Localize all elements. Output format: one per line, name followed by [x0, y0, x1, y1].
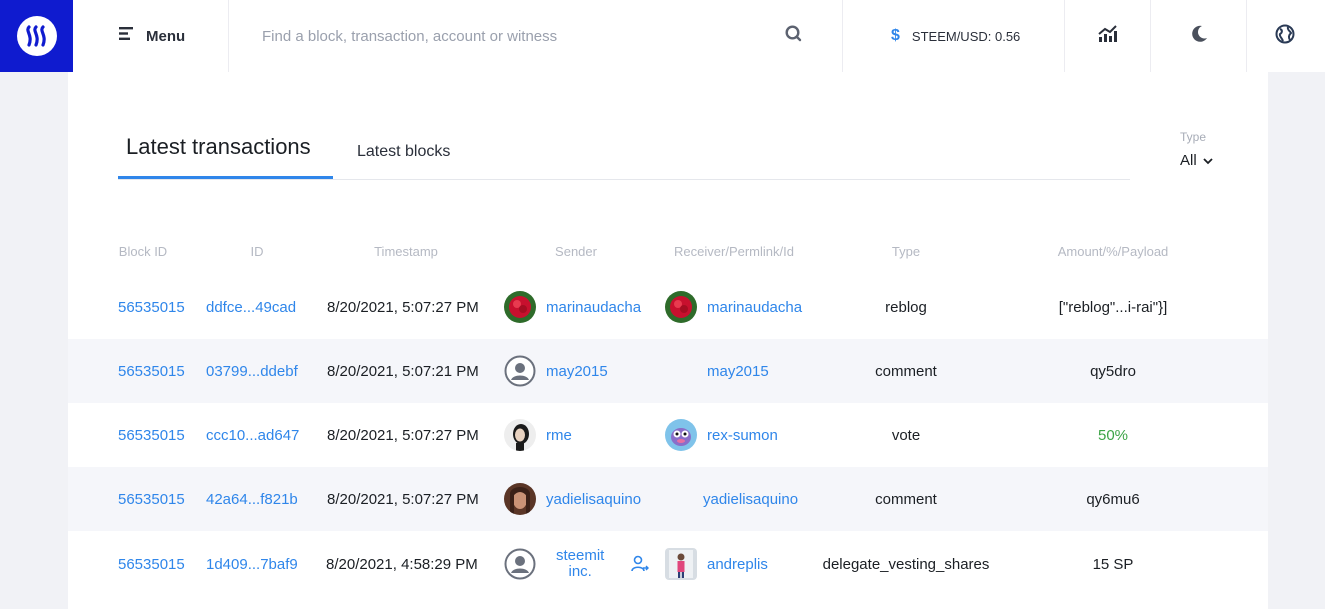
- sender-avatar[interactable]: [504, 483, 536, 515]
- timestamp: 8/20/2021, 5:07:27 PM: [327, 298, 479, 316]
- theme-toggle-button[interactable]: [1151, 0, 1247, 72]
- sender-link[interactable]: marinaudacha: [546, 275, 641, 339]
- tx-id-link[interactable]: 1d409...7baf9: [206, 532, 298, 596]
- tab-latest-blocks[interactable]: Latest blocks: [357, 143, 450, 161]
- sender-cell: [504, 532, 536, 596]
- receiver-cell: [665, 532, 697, 596]
- table-header: Block ID ID Timestamp Sender Receiver/Pe…: [68, 242, 1268, 262]
- block-id-link[interactable]: 56535015: [118, 467, 185, 531]
- language-button[interactable]: [1247, 0, 1323, 72]
- receiver-link[interactable]: rex-sumon: [707, 403, 778, 467]
- type-cell: comment: [875, 362, 937, 380]
- type-cell: comment: [875, 490, 937, 508]
- menu-label: Menu: [146, 27, 186, 45]
- tx-id-link[interactable]: ddfce...49cad: [206, 275, 296, 339]
- sender-cell: [504, 467, 536, 531]
- sender-link[interactable]: yadielisaquino: [546, 467, 641, 531]
- price-text: STEEM/USD: 0.56: [911, 28, 1021, 44]
- col-sender: Sender: [555, 244, 597, 259]
- sender-avatar[interactable]: [504, 291, 536, 323]
- timestamp: 8/20/2021, 5:07:27 PM: [327, 426, 479, 444]
- chart-trend-icon: [1097, 24, 1118, 48]
- sender-name-line1: steemit: [556, 547, 605, 564]
- search-bar: [229, 0, 843, 72]
- sender-link-wrap: steemit inc.: [556, 532, 604, 596]
- sender-cell: [504, 339, 536, 403]
- receiver-avatar[interactable]: [665, 548, 697, 580]
- col-type: Type: [891, 244, 921, 259]
- col-block-id: Block ID: [118, 244, 168, 259]
- tx-id-link[interactable]: ccc10...ad647: [206, 403, 299, 467]
- receiver-avatar[interactable]: [665, 419, 697, 451]
- timestamp: 8/20/2021, 5:07:27 PM: [327, 490, 479, 508]
- default-user-icon[interactable]: [504, 548, 536, 580]
- moon-icon: [1190, 25, 1208, 48]
- col-timestamp: Timestamp: [374, 244, 438, 259]
- delegate-icon: [631, 532, 649, 596]
- receiver-cell: [665, 275, 697, 339]
- sender-link[interactable]: may2015: [546, 339, 608, 403]
- receiver-link[interactable]: yadielisaquino: [703, 467, 798, 531]
- col-id: ID: [250, 244, 264, 259]
- amount-cell: qy6mu6: [1086, 490, 1140, 508]
- sender-avatar[interactable]: [504, 419, 536, 451]
- amount-cell: ["reblog"...i-rai"}]: [1058, 298, 1168, 316]
- col-receiver: Receiver/Permlink/Id: [674, 244, 794, 259]
- dollar-icon: $: [891, 27, 900, 44]
- table-row: 56535015 ddfce...49cad 8/20/2021, 5:07:2…: [68, 275, 1268, 339]
- type-cell: vote: [891, 426, 921, 444]
- transactions-card: Latest transactions Latest blocks Type A…: [68, 72, 1268, 609]
- timestamp: 8/20/2021, 4:58:29 PM: [326, 555, 478, 573]
- sender-name-line2: inc.: [568, 563, 592, 580]
- tx-id-link[interactable]: 42a64...f821b: [206, 467, 298, 531]
- table-row: 56535015 42a64...f821b 8/20/2021, 5:07:2…: [68, 467, 1268, 531]
- sender-link[interactable]: steemit inc.: [556, 548, 604, 580]
- block-id-link[interactable]: 56535015: [118, 403, 185, 467]
- timestamp: 8/20/2021, 5:07:21 PM: [327, 362, 479, 380]
- price-display: $ STEEM/USD: 0.56: [843, 0, 1065, 72]
- amount-cell: 50%: [1097, 426, 1129, 444]
- amount-cell: qy5dro: [1090, 362, 1136, 380]
- steem-logo[interactable]: [0, 0, 73, 72]
- type-filter-select[interactable]: All: [1180, 152, 1213, 169]
- receiver-link[interactable]: andreplis: [707, 532, 768, 596]
- steem-logo-icon: [16, 16, 57, 56]
- menu-icon: [119, 27, 133, 45]
- block-id-link[interactable]: 56535015: [118, 532, 185, 596]
- globe-icon: [1275, 24, 1295, 49]
- tx-id-link[interactable]: 03799...ddebf: [206, 339, 298, 403]
- table-row: 56535015 1d409...7baf9 8/20/2021, 4:58:2…: [68, 532, 1268, 596]
- table-row: 56535015 03799...ddebf 8/20/2021, 5:07:2…: [68, 339, 1268, 403]
- type-cell: reblog: [885, 298, 927, 316]
- sender-cell: [504, 403, 536, 467]
- sender-link[interactable]: rme: [546, 403, 572, 467]
- col-amount: Amount/%/Payload: [1057, 244, 1169, 259]
- type-filter-value: All: [1180, 152, 1197, 169]
- menu-button[interactable]: Menu: [73, 0, 229, 72]
- sender-cell: [504, 275, 536, 339]
- chevron-down-icon: [1203, 152, 1213, 169]
- receiver-avatar[interactable]: [665, 291, 697, 323]
- type-cell: delegate_vesting_shares: [822, 555, 990, 573]
- table-row: 56535015 ccc10...ad647 8/20/2021, 5:07:2…: [68, 403, 1268, 467]
- chart-button[interactable]: [1065, 0, 1151, 72]
- block-id-link[interactable]: 56535015: [118, 339, 185, 403]
- type-filter-caption: Type: [1180, 130, 1207, 144]
- receiver-link[interactable]: may2015: [707, 339, 769, 403]
- receiver-link[interactable]: marinaudacha: [707, 275, 802, 339]
- tab-bar: Latest transactions Latest blocks: [118, 130, 1130, 180]
- amount-cell: 15 SP: [1092, 555, 1134, 573]
- receiver-cell: [665, 403, 697, 467]
- tab-latest-transactions[interactable]: Latest transactions: [118, 134, 333, 179]
- search-input[interactable]: [262, 27, 722, 45]
- search-icon[interactable]: [785, 25, 802, 47]
- default-user-icon[interactable]: [504, 355, 536, 387]
- type-filter: Type All: [1180, 130, 1213, 169]
- block-id-link[interactable]: 56535015: [118, 275, 185, 339]
- top-bar: Menu $ STEEM/USD: 0.56: [0, 0, 1325, 72]
